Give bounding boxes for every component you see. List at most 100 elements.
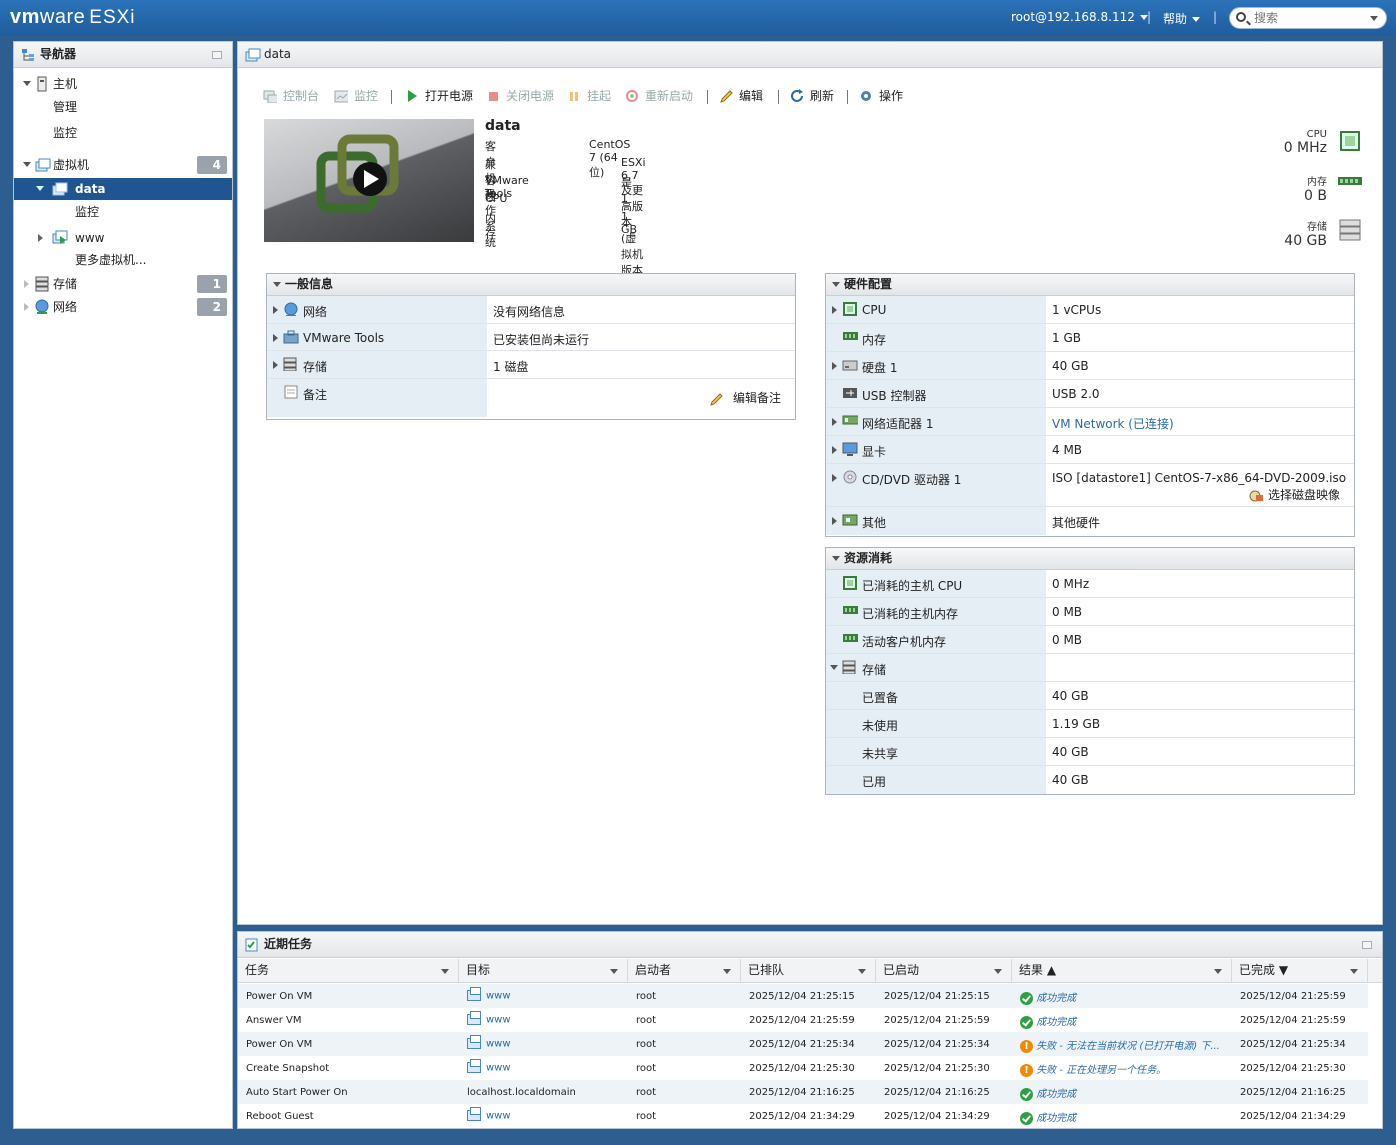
nav-host[interactable]: 主机 bbox=[14, 73, 232, 95]
task-row[interactable]: Power On VM www root 2025/12/04 21:25:15 202… bbox=[238, 984, 1368, 1008]
col-initiator[interactable]: 启动者 bbox=[628, 959, 741, 983]
hw-row-nic[interactable]: 网络适配器 1 VM Network (已连接) bbox=[826, 408, 1354, 436]
chevron-right-icon[interactable] bbox=[832, 306, 837, 314]
task-row[interactable]: Auto Start Power On localhost.localdomain… bbox=[238, 1080, 1368, 1104]
warning-icon: ! bbox=[1020, 1039, 1033, 1053]
nav-storage[interactable]: 存储 1 bbox=[14, 273, 232, 295]
search-box[interactable] bbox=[1229, 7, 1387, 29]
chevron-down-icon[interactable] bbox=[23, 81, 31, 86]
general-row-storage[interactable]: 存储 1 磁盘 bbox=[267, 351, 795, 379]
edit-notes-button[interactable]: 编辑备注 bbox=[709, 389, 781, 406]
hw-row-cdrom[interactable]: CD/DVD 驱动器 1 ISO [datastore1] CentOS-7-x… bbox=[826, 464, 1354, 507]
chevron-right-icon[interactable] bbox=[832, 418, 837, 426]
col-queued[interactable]: 已排队 bbox=[741, 959, 876, 983]
task-target[interactable]: www bbox=[467, 987, 511, 1002]
usb-icon bbox=[843, 388, 857, 398]
chevron-right-icon[interactable] bbox=[38, 234, 43, 242]
chevron-right-icon[interactable] bbox=[832, 517, 837, 525]
storage-icon bbox=[35, 276, 49, 292]
nav-host-manage[interactable]: 管理 bbox=[14, 96, 232, 118]
warning-icon: ! bbox=[1020, 1063, 1033, 1077]
col-completed[interactable]: 已完成 ▼ bbox=[1232, 959, 1368, 983]
nav-vms[interactable]: 虚拟机 4 bbox=[14, 154, 232, 176]
chevron-down-icon[interactable] bbox=[858, 969, 866, 974]
chevron-right-icon[interactable] bbox=[832, 474, 837, 482]
task-row[interactable]: Reboot Guest www root 2025/12/04 21:34:29 20… bbox=[238, 1104, 1368, 1128]
memory-icon bbox=[843, 606, 858, 614]
res-row-storage[interactable]: 存储 bbox=[826, 654, 1354, 682]
chevron-down-icon[interactable] bbox=[994, 969, 1002, 974]
task-result-label: 失败 - 无法在当前状况 (已打开电源) 下... bbox=[1036, 1041, 1220, 1052]
console-icon bbox=[263, 90, 277, 103]
task-row[interactable]: Power On VM www root 2025/12/04 21:25:34 202… bbox=[238, 1032, 1368, 1056]
general-row-tools[interactable]: VMware Tools 已安装但尚未运行 bbox=[267, 324, 795, 351]
row-key: CD/DVD 驱动器 1 bbox=[826, 464, 1046, 506]
task-row[interactable]: Answer VM www root 2025/12/04 21:25:59 2025/… bbox=[238, 1008, 1368, 1032]
hw-row-video[interactable]: 显卡 4 MB bbox=[826, 436, 1354, 464]
chevron-down-icon[interactable] bbox=[1370, 16, 1378, 21]
chevron-down-icon[interactable] bbox=[723, 969, 731, 974]
col-target[interactable]: 目标 bbox=[459, 959, 628, 983]
chevron-right-icon[interactable] bbox=[273, 334, 278, 342]
minimize-button[interactable] bbox=[212, 51, 222, 59]
task-row[interactable]: Create Snapshot www root 2025/12/04 21:25:3… bbox=[238, 1056, 1368, 1080]
chevron-down-icon[interactable] bbox=[23, 162, 31, 167]
select-disk-image-button[interactable]: 选择磁盘映像 bbox=[1248, 486, 1340, 503]
chevron-down-icon[interactable] bbox=[1350, 969, 1358, 974]
hard-disk-icon bbox=[842, 360, 858, 371]
col-result[interactable]: 结果 ▲ bbox=[1012, 959, 1232, 983]
cpu-icon bbox=[843, 302, 857, 316]
chevron-down-icon[interactable] bbox=[36, 186, 44, 191]
task-target-label: www bbox=[486, 990, 511, 1002]
general-info-header[interactable]: 一般信息 bbox=[267, 274, 795, 296]
res-row-used: 已用 40 GB bbox=[826, 766, 1354, 794]
col-task[interactable]: 任务 bbox=[238, 959, 459, 983]
row-value: 其他硬件 bbox=[1052, 516, 1101, 530]
chevron-right-icon[interactable] bbox=[24, 303, 29, 311]
chevron-down-icon[interactable] bbox=[1214, 969, 1222, 974]
chevron-right-icon[interactable] bbox=[832, 362, 837, 370]
task-completed: 2025/12/04 21:25:59 bbox=[1240, 1015, 1346, 1026]
chevron-down-icon[interactable] bbox=[610, 969, 618, 974]
general-info-portlet: 一般信息 网络 没有网络信息 VMware Tools 已安装但尚未运行 存储 … bbox=[266, 273, 796, 420]
cpu-stat-label: CPU bbox=[1306, 129, 1327, 140]
task-target[interactable]: www bbox=[467, 1011, 511, 1026]
resources-header[interactable]: 资源消耗 bbox=[826, 548, 1354, 570]
nav-vm-www[interactable]: www bbox=[14, 227, 232, 249]
chevron-down-icon[interactable] bbox=[441, 969, 449, 974]
user-menu[interactable]: root@192.168.8.112 bbox=[1011, 10, 1148, 24]
vm-network-link[interactable]: VM Network (已连接) bbox=[1052, 415, 1174, 432]
chevron-down-icon[interactable] bbox=[832, 282, 840, 287]
col-started[interactable]: 已启动 bbox=[876, 959, 1012, 983]
nav-vm-data-monitor[interactable]: 监控 bbox=[14, 201, 232, 223]
nav-host-monitor[interactable]: 监控 bbox=[14, 122, 232, 144]
nav-network[interactable]: 网络 2 bbox=[14, 296, 232, 318]
chevron-right-icon[interactable] bbox=[832, 446, 837, 454]
chevron-down-icon[interactable] bbox=[273, 282, 281, 287]
hw-row-cpu[interactable]: CPU 1 vCPUs bbox=[826, 296, 1354, 324]
success-icon bbox=[1020, 1087, 1033, 1101]
task-target-label: www bbox=[486, 1014, 511, 1026]
hw-row-other[interactable]: 其他 其他硬件 bbox=[826, 507, 1354, 535]
chevron-right-icon[interactable] bbox=[24, 280, 29, 288]
help-menu[interactable]: 帮助 bbox=[1163, 10, 1201, 27]
task-target[interactable]: www bbox=[467, 1107, 511, 1122]
minimize-button[interactable] bbox=[1362, 941, 1372, 949]
hw-row-disk[interactable]: 硬盘 1 40 GB bbox=[826, 352, 1354, 380]
vm-console-thumbnail[interactable] bbox=[264, 119, 474, 242]
search-input[interactable] bbox=[1252, 10, 1370, 26]
task-target[interactable]: www bbox=[467, 1059, 511, 1074]
nav-more-vms[interactable]: 更多虚拟机... bbox=[14, 249, 232, 271]
cpu-value: 1 bbox=[621, 192, 628, 205]
navigator-header: 导航器 bbox=[14, 42, 232, 68]
nav-vm-data[interactable]: data bbox=[14, 178, 232, 200]
chevron-right-icon[interactable] bbox=[273, 361, 278, 369]
task-target[interactable]: www bbox=[467, 1035, 511, 1050]
task-result-label: 成功完成 bbox=[1036, 1113, 1077, 1124]
general-row-network[interactable]: 网络 没有网络信息 bbox=[267, 296, 795, 324]
chevron-right-icon[interactable] bbox=[273, 306, 278, 314]
chevron-down-icon[interactable] bbox=[830, 665, 838, 670]
recent-tasks-panel: 近期任务 任务 目标 启动者 已排队 已启动 结果 ▲ 已完成 ▼ Power … bbox=[237, 931, 1383, 1129]
chevron-down-icon[interactable] bbox=[832, 556, 840, 561]
hardware-header[interactable]: 硬件配置 bbox=[826, 274, 1354, 296]
